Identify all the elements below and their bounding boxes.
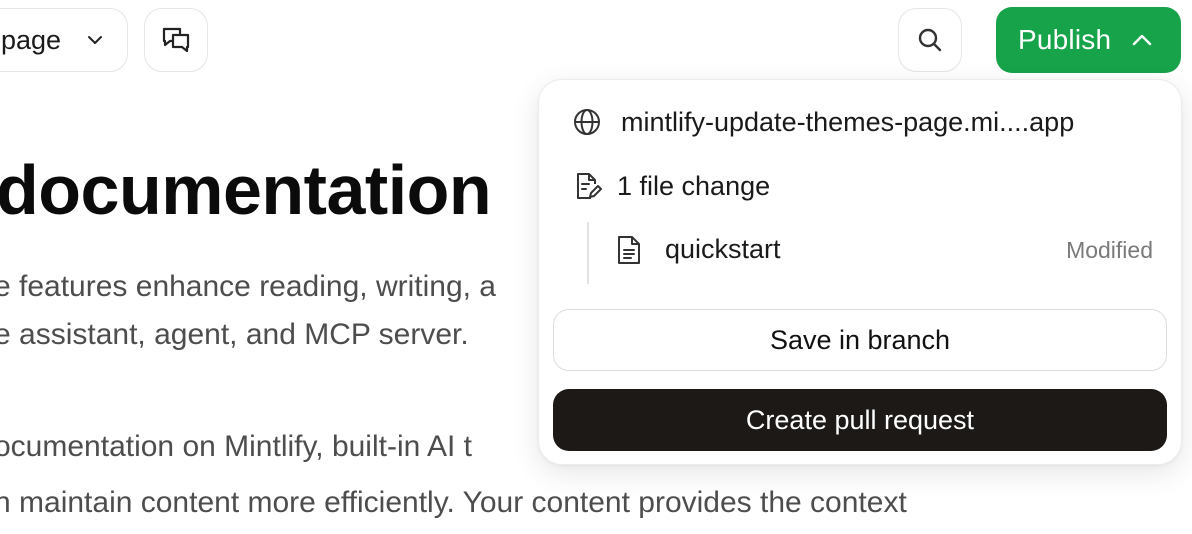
- body-text-line: ocumentation on Mintlify, built-in AI t: [0, 430, 473, 463]
- chevron-up-icon: [1129, 27, 1155, 53]
- globe-icon: [571, 106, 603, 138]
- create-pull-request-button[interactable]: Create pull request: [553, 389, 1167, 451]
- intro-text-line: e features enhance reading, writing, a: [0, 270, 496, 303]
- tree-connector: [587, 222, 589, 284]
- file-icon: [615, 235, 643, 265]
- intro-text-line: e assistant, agent, and MCP server.: [0, 318, 469, 351]
- file-changes-count: 1 file change: [617, 170, 771, 201]
- preview-link[interactable]: mintlify-update-themes-page.mi....app: [571, 106, 1074, 138]
- publish-button-label: Publish: [1018, 24, 1112, 55]
- publish-button[interactable]: Publish: [996, 7, 1181, 73]
- page-title: documentation: [0, 151, 492, 229]
- comments-button[interactable]: [144, 8, 208, 72]
- file-edit-icon: [571, 170, 603, 202]
- preview-url: mintlify-update-themes-page.mi....app: [621, 106, 1075, 137]
- file-name: quickstart: [665, 234, 781, 264]
- search-button[interactable]: [898, 8, 962, 72]
- page-selector[interactable]: page: [0, 8, 128, 72]
- file-item-quickstart[interactable]: quickstart: [615, 234, 781, 265]
- search-icon: [915, 25, 945, 55]
- comments-icon: [159, 23, 193, 57]
- file-changes-summary[interactable]: 1 file change: [571, 170, 770, 202]
- body-text-line: n maintain content more efficiently. You…: [0, 486, 907, 519]
- chevron-down-icon: [85, 30, 105, 50]
- page-selector-label: page: [1, 24, 62, 55]
- save-in-branch-button[interactable]: Save in branch: [553, 309, 1167, 371]
- publish-dropdown: mintlify-update-themes-page.mi....app 1 …: [538, 79, 1182, 465]
- file-status-badge: Modified: [1066, 237, 1153, 263]
